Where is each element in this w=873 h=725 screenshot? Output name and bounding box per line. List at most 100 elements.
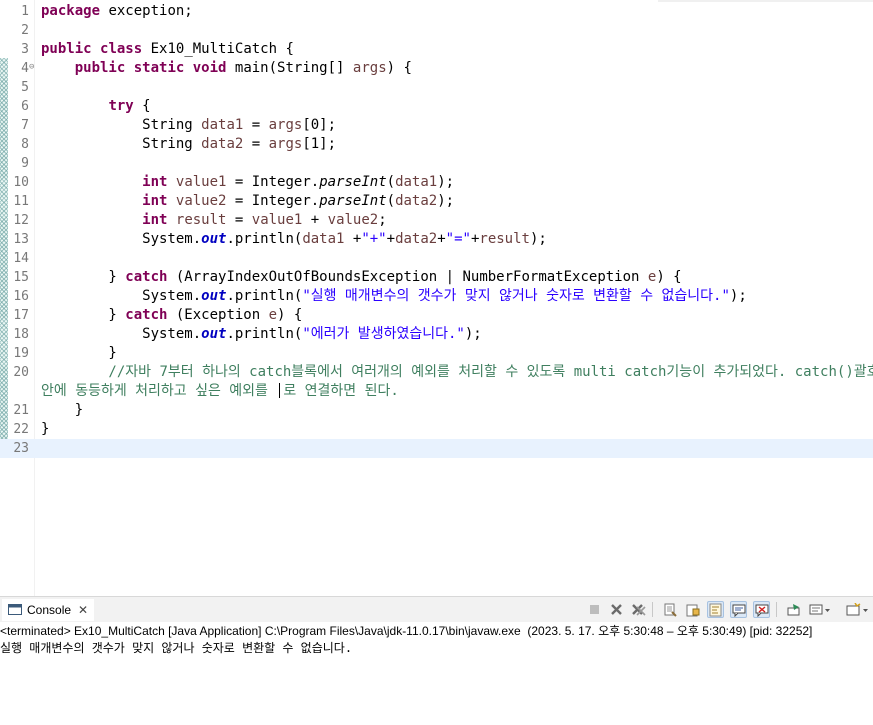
terminate-icon[interactable] (586, 601, 603, 618)
code-line[interactable]: 17 } catch (Exception e) { (0, 306, 873, 325)
code-token: //자바 7부터 하나의 catch블록에서 여러개의 예외를 처리할 수 있도… (41, 364, 873, 380)
display-console-icon[interactable] (808, 601, 832, 618)
code-text: String data2 = args[1]; (41, 135, 336, 154)
code-line[interactable]: 10 int value1 = Integer.parseInt(data1); (0, 173, 873, 192)
code-token: Ex10_MultiCatch { (142, 41, 294, 57)
line-number: 10 (13, 175, 29, 190)
code-text: //자바 7부터 하나의 catch블록에서 여러개의 예외를 처리할 수 있도… (41, 363, 873, 382)
remove-all-terminated-icon[interactable] (630, 601, 647, 618)
java-editor[interactable]: 1 package exception; 2 3 public class Ex10_M… (0, 0, 873, 596)
show-stdout-icon[interactable] (730, 601, 747, 618)
code-line[interactable]: 2 (0, 21, 873, 40)
remove-launch-icon[interactable] (608, 601, 625, 618)
line-number: 14 (13, 251, 29, 266)
console-output-line[interactable]: 실행 매개변수의 갯수가 맞지 않거나 숫자로 변환할 수 없습니다. (0, 640, 352, 656)
code-token: System. (41, 231, 202, 247)
code-token: package (41, 3, 101, 19)
line-number: 7 (21, 118, 29, 133)
code-token: value2 (327, 212, 379, 228)
code-line[interactable]: 9 (0, 154, 873, 173)
code-line[interactable]: 22} (0, 420, 873, 439)
code-token: = Integer. (226, 174, 320, 190)
clear-console-icon[interactable] (661, 601, 678, 618)
line-number: 6 (21, 99, 29, 114)
line-number: 20 (13, 365, 29, 380)
line-number: 23 (13, 441, 29, 456)
code-token: exception; (100, 3, 193, 19)
code-token: } (41, 269, 126, 285)
line-number: 2 (21, 23, 29, 38)
code-token: out (201, 288, 227, 304)
code-line[interactable]: 6 try { (0, 97, 873, 116)
code-token: ) { (277, 307, 303, 323)
code-line[interactable]: 18 System.out.println("에러가 발생하였습니다."); (0, 325, 873, 344)
code-line[interactable]: 4 ⊖ public static void main(String[] args… (0, 59, 873, 78)
code-token: data1 (201, 117, 244, 133)
console-status-line: <terminated> Ex10_MultiCatch [Java Appli… (0, 624, 813, 638)
line-number: 16 (13, 289, 29, 304)
code-text: int value1 = Integer.parseInt(data1); (41, 173, 454, 192)
code-line[interactable]: 8 String data2 = args[1]; (0, 135, 873, 154)
show-stderr-icon[interactable] (753, 601, 770, 618)
code-token: "+" (361, 231, 387, 247)
code-text: try { (41, 97, 151, 116)
code-token: "에러가 발생하였습니다." (302, 326, 465, 342)
code-token: out (201, 326, 227, 342)
code-text: } catch (Exception e) { (41, 306, 302, 325)
code-line[interactable]: 19 } (0, 344, 873, 363)
code-token: ); (729, 288, 747, 304)
code-line[interactable]: 21 } (0, 401, 873, 420)
code-token: ) { (386, 60, 412, 76)
code-line[interactable]: 13 System.out.println(data1 +"+"+data2+"… (0, 230, 873, 249)
code-token: args (268, 117, 303, 133)
code-line[interactable]: 1 package exception; (0, 2, 873, 21)
code-token: void (192, 60, 227, 76)
code-line[interactable]: 14 (0, 249, 873, 268)
code-text: System.out.println(data1 +"+"+data2+"="+… (41, 230, 547, 249)
code-line[interactable]: 3 public class Ex10_MultiCatch { (0, 40, 873, 59)
code-token: + (302, 212, 328, 228)
close-icon[interactable]: ✕ (78, 603, 88, 617)
code-token: .println( (226, 288, 303, 304)
code-text: } (41, 344, 116, 363)
code-line[interactable]: 15 } catch (ArrayIndexOutOfBoundsExcepti… (0, 268, 873, 287)
code-line[interactable]: 12 int result = value1 + value2; (0, 211, 873, 230)
code-token: public (41, 41, 92, 57)
code-token: } (41, 307, 126, 323)
code-line[interactable]: 16 System.out.println("실행 매개변수의 갯수가 맞지 않… (0, 287, 873, 306)
text-cursor (279, 383, 281, 398)
code-text: } catch (ArrayIndexOutOfBoundsException … (41, 268, 682, 287)
word-wrap-icon[interactable] (707, 601, 724, 618)
code-line[interactable]: 23 (0, 439, 873, 458)
code-line[interactable]: 5 (0, 78, 873, 97)
fold-toggle-icon[interactable]: ⊖ (29, 58, 34, 77)
code-token: } (41, 421, 50, 437)
new-console-icon[interactable] (846, 601, 873, 618)
code-token: [1]; (302, 136, 337, 152)
line-number: 18 (13, 327, 29, 342)
code-line[interactable]: 안에 동등하게 처리하고 싶은 예외를 로 연결하면 된다. (0, 382, 873, 401)
code-token: public (74, 60, 126, 76)
pin-console-icon[interactable] (785, 601, 802, 618)
code-line[interactable]: 11 int value2 = Integer.parseInt(data2); (0, 192, 873, 211)
code-token: = Integer. (226, 193, 320, 209)
code-token: catch (125, 269, 168, 285)
code-token: ( (386, 174, 396, 190)
line-number: 3 (21, 42, 29, 57)
toolbar-separator (776, 602, 777, 617)
code-token: + (344, 231, 362, 247)
code-token: ) { (656, 269, 682, 285)
code-token: parseInt (319, 174, 387, 190)
code-token: ); (529, 231, 547, 247)
console-tab[interactable]: Console ✕ (2, 599, 95, 621)
code-line[interactable]: 7 String data1 = args[0]; (0, 116, 873, 135)
scroll-lock-icon[interactable] (684, 601, 701, 618)
code-line[interactable]: 20 //자바 7부터 하나의 catch블록에서 여러개의 예외를 처리할 수… (0, 363, 873, 382)
code-token: { (133, 98, 151, 114)
